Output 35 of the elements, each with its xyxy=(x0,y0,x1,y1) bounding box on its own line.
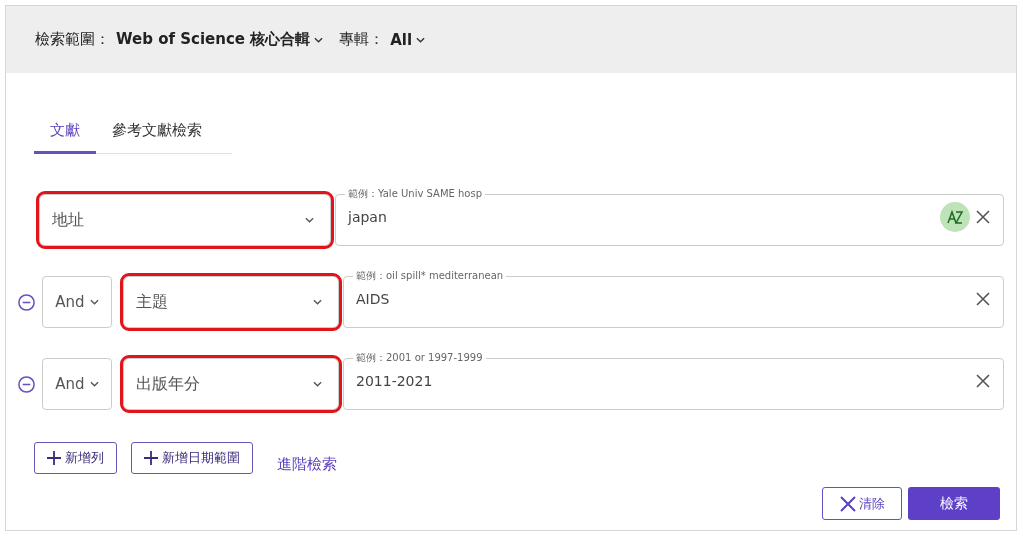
chevron-icon xyxy=(313,381,322,387)
add-button[interactable]: 新增列 xyxy=(34,442,117,474)
edition-dropdown[interactable]: All xyxy=(390,30,426,49)
field-hint: 範例：oil spill* mediterranean xyxy=(353,269,507,282)
operator-dropdown[interactable]: And xyxy=(42,276,112,328)
scope-label: 檢索範圍： xyxy=(35,30,110,49)
clear-button[interactable]: 清除 xyxy=(822,487,902,520)
scope-dropdown[interactable]: Web of Science 核心合輯 xyxy=(116,30,324,49)
field-hint: 範例：2001 or 1997-1999 xyxy=(353,351,486,364)
chevron-icon xyxy=(314,36,324,43)
chevron-icon xyxy=(89,381,99,387)
chevron-icon xyxy=(305,217,314,223)
add-button[interactable]: 新增日期範圍 xyxy=(131,442,253,474)
operator-dropdown[interactable]: And xyxy=(42,358,112,410)
field-dropdown[interactable]: 出版年分 xyxy=(123,358,339,410)
field-hint: 範例：Yale Univ SAME hosp xyxy=(345,187,485,200)
advanced-search-link[interactable]: 進階檢索 xyxy=(277,454,337,474)
edition-label: 專輯： xyxy=(339,30,385,49)
tab[interactable]: 參考文獻檢索 xyxy=(96,113,218,154)
az-icon[interactable] xyxy=(940,201,970,232)
plus-icon xyxy=(47,451,61,465)
close-icon xyxy=(839,495,856,512)
chevron-icon xyxy=(313,299,322,305)
remove-row-icon[interactable] xyxy=(17,374,36,394)
tab[interactable]: 文獻 xyxy=(34,113,96,154)
plus-icon xyxy=(144,451,158,465)
remove-row-icon[interactable] xyxy=(17,292,36,312)
chevron-icon xyxy=(416,36,426,43)
field-dropdown[interactable]: 地址 xyxy=(39,194,331,246)
field-dropdown[interactable]: 主題 xyxy=(123,276,339,328)
clear-icon[interactable] xyxy=(976,209,990,224)
search-button[interactable]: 檢索 xyxy=(908,487,1000,520)
clear-icon[interactable] xyxy=(976,291,990,306)
chevron-icon xyxy=(89,299,99,305)
clear-icon[interactable] xyxy=(976,373,990,388)
